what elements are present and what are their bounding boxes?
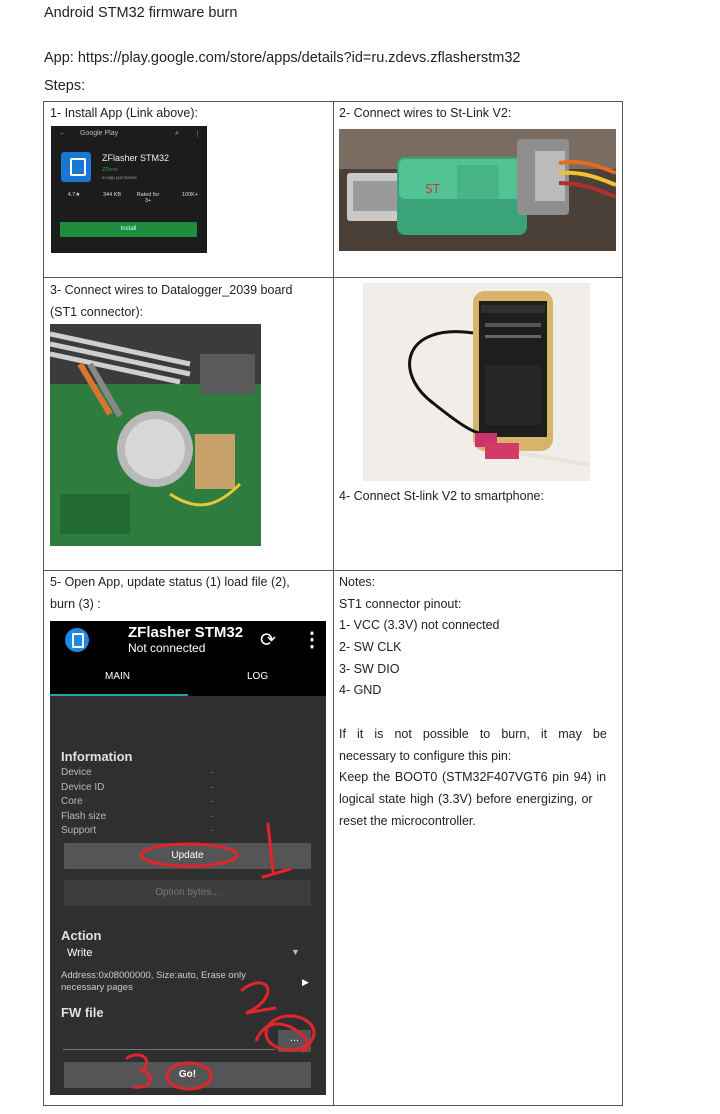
- note-para2-line1: Keep the BOOT0 (STM32F407VGT6 pin 94) in: [339, 770, 607, 784]
- play-install-button[interactable]: Install: [60, 222, 197, 237]
- svg-text:ST: ST: [425, 182, 441, 196]
- back-arrow-icon: ←: [59, 130, 66, 137]
- note-para1-line1: If it is not possible to burn, it may be: [339, 727, 607, 741]
- pin-1: 1- VCC (3.3V) not connected: [339, 618, 500, 632]
- annotation-number-3: [125, 1053, 152, 1089]
- pinout-title: ST1 connector pinout:: [339, 597, 462, 611]
- zflasher-app-screenshot: ZFlasher STM32 Not connected ⟳ ⋮ MAIN LO…: [50, 621, 326, 1095]
- play-stats: 4.7★ 344 KB Rated for 3+ 100K+: [59, 192, 207, 214]
- stlink-illustration: ST: [339, 129, 616, 251]
- annotation-number-2: [240, 981, 277, 1015]
- play-iap: In-app purchases: [102, 175, 137, 180]
- phone-illustration: [363, 283, 590, 481]
- app-link-line: App: https://play.google.com/store/apps/…: [44, 50, 521, 66]
- note-para2-line2: logical state high (3.3V) before energiz…: [339, 792, 593, 806]
- step3-text-line1: 3- Connect wires to Datalogger_2039 boar…: [50, 283, 293, 297]
- board-photo: [50, 324, 261, 546]
- play-developer: ZDevs: [102, 167, 118, 173]
- play-stat-downloads: 100K+: [181, 192, 199, 198]
- notes-heading: Notes:: [339, 575, 376, 589]
- step5-text-line2: burn (3) :: [50, 597, 101, 611]
- board-illustration: [50, 324, 261, 546]
- more-vert-icon: ⋮: [194, 131, 201, 138]
- play-stat-age: Rated for 3+: [136, 192, 160, 204]
- annotation-circle-go: [165, 1061, 213, 1091]
- play-stat-rating: 4.7★: [67, 192, 81, 198]
- red-annotations: [125, 822, 316, 1091]
- pin-2: 2- SW CLK: [339, 640, 402, 654]
- play-app-name: ZFlasher STM32: [102, 153, 170, 163]
- note-para2-line3: reset the microcontroller.: [339, 814, 476, 828]
- pin-4: 4- GND: [339, 683, 382, 697]
- play-stat-size: 344 KB: [102, 192, 122, 198]
- annotation-circle-update: [139, 842, 239, 868]
- step4-text: 4- Connect St-link V2 to smartphone:: [339, 489, 544, 503]
- annotation-number-1: [261, 822, 292, 879]
- play-store-header: Google Play: [80, 130, 119, 137]
- step5-text-line1: 5- Open App, update status (1) load file…: [50, 575, 290, 589]
- zflasher-app-icon: [61, 152, 91, 182]
- document-title: Android STM32 firmware burn: [44, 5, 238, 21]
- steps-label: Steps:: [44, 78, 86, 94]
- step1-text: 1- Install App (Link above):: [50, 106, 198, 120]
- step2-text: 2- Connect wires to St-Link V2:: [339, 106, 512, 120]
- search-icon: ⌕: [175, 130, 179, 137]
- phone-photo: [363, 283, 590, 481]
- play-store-topbar: ← Google Play ⌕ ⋮: [51, 126, 207, 144]
- stlink-photo: ST: [339, 129, 616, 251]
- step3-text-line2: (ST1 connector):: [50, 305, 144, 319]
- pin-3: 3- SW DIO: [339, 662, 400, 676]
- play-store-screenshot: ← Google Play ⌕ ⋮ ZFlasher STM32 ZDevs I…: [51, 126, 207, 253]
- note-para1-line2: necessary to configure this pin:: [339, 749, 512, 763]
